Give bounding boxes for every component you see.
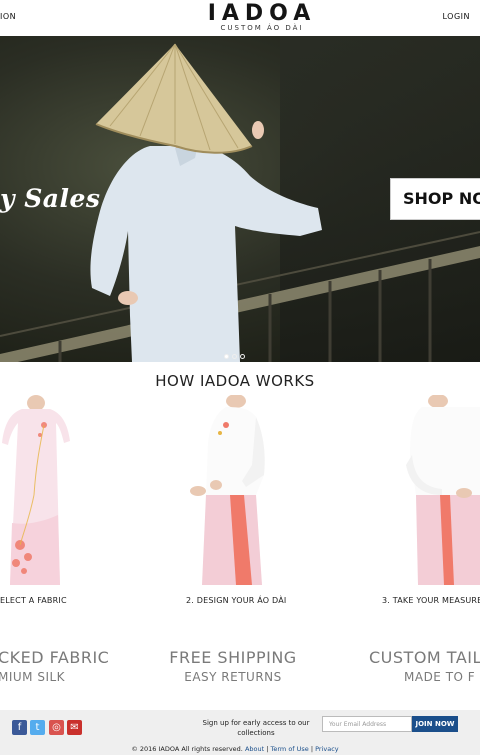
feature-free-shipping: FREE SHIPPING EASY RETURNS (165, 648, 301, 684)
privacy-link[interactable]: Privacy (315, 745, 339, 753)
copyright-bar: © 2016 IADOA All rights reserved. About … (131, 745, 339, 753)
twitter-icon[interactable]: t (30, 720, 45, 735)
feature-title: CKED FABRIC (0, 648, 110, 667)
step-label: 3. TAKE YOUR MEASURE (382, 596, 480, 605)
shop-now-button[interactable]: SHOP NO (390, 178, 480, 220)
about-link[interactable]: About (245, 745, 264, 753)
carousel-dot-1[interactable] (224, 354, 229, 359)
instagram-icon[interactable]: ◎ (49, 720, 64, 735)
dress-front-image (2, 395, 70, 585)
logo[interactable]: IADOA CUSTOM ÁO DÀI (181, 1, 343, 33)
hero-headline: y Sales (0, 184, 101, 213)
carousel-dot-3[interactable] (240, 354, 245, 359)
top-bar: ION IADOA CUSTOM ÁO DÀI LOGIN (0, 0, 480, 36)
carousel-dot-2[interactable] (232, 354, 237, 359)
terms-link[interactable]: Term of Use (271, 745, 309, 753)
copyright-text: © 2016 IADOA All rights reserved. (131, 745, 243, 753)
dress-measure-image (406, 395, 480, 585)
feature-hand-picked-fabric: CKED FABRIC MIUM SILK (0, 648, 118, 684)
step-label: 2. DESIGN YOUR ÁO DÀI (186, 596, 287, 605)
logo-tagline: CUSTOM ÁO DÀI (220, 24, 304, 32)
feature-subtitle: MADE TO F (404, 670, 476, 684)
section-title-how-it-works: HOW IADOA WORKS (155, 372, 315, 390)
feature-subtitle: EASY RETURNS (184, 670, 282, 684)
email-icon[interactable]: ✉ (67, 720, 82, 735)
dress-side-image (190, 395, 265, 585)
login-link[interactable]: LOGIN (442, 12, 470, 21)
step-label: ELECT A FABRIC (0, 596, 67, 605)
hero-carousel[interactable]: y Sales SHOP NO (0, 36, 480, 362)
step-take-measurements[interactable]: 3. TAKE YOUR MEASURE (382, 395, 480, 615)
facebook-icon[interactable]: f (12, 720, 27, 735)
email-field[interactable] (322, 716, 412, 732)
feature-custom-tailored: CUSTOM TAIL MADE TO F (369, 648, 480, 684)
step-design-ao-dai[interactable]: 2. DESIGN YOUR ÁO DÀI (186, 395, 296, 615)
feature-title: FREE SHIPPING (169, 648, 297, 667)
feature-title: CUSTOM TAIL (369, 648, 480, 667)
join-now-button[interactable]: JOIN NOW (412, 716, 458, 732)
logo-wordmark: IADOA (207, 1, 317, 26)
signup-text: Sign up for early access to our collecti… (202, 719, 310, 737)
carousel-indicators (224, 354, 245, 359)
step-select-fabric[interactable]: ELECT A FABRIC (0, 395, 120, 615)
feature-subtitle: MIUM SILK (0, 670, 66, 684)
nav-collection-link[interactable]: ION (0, 12, 16, 21)
